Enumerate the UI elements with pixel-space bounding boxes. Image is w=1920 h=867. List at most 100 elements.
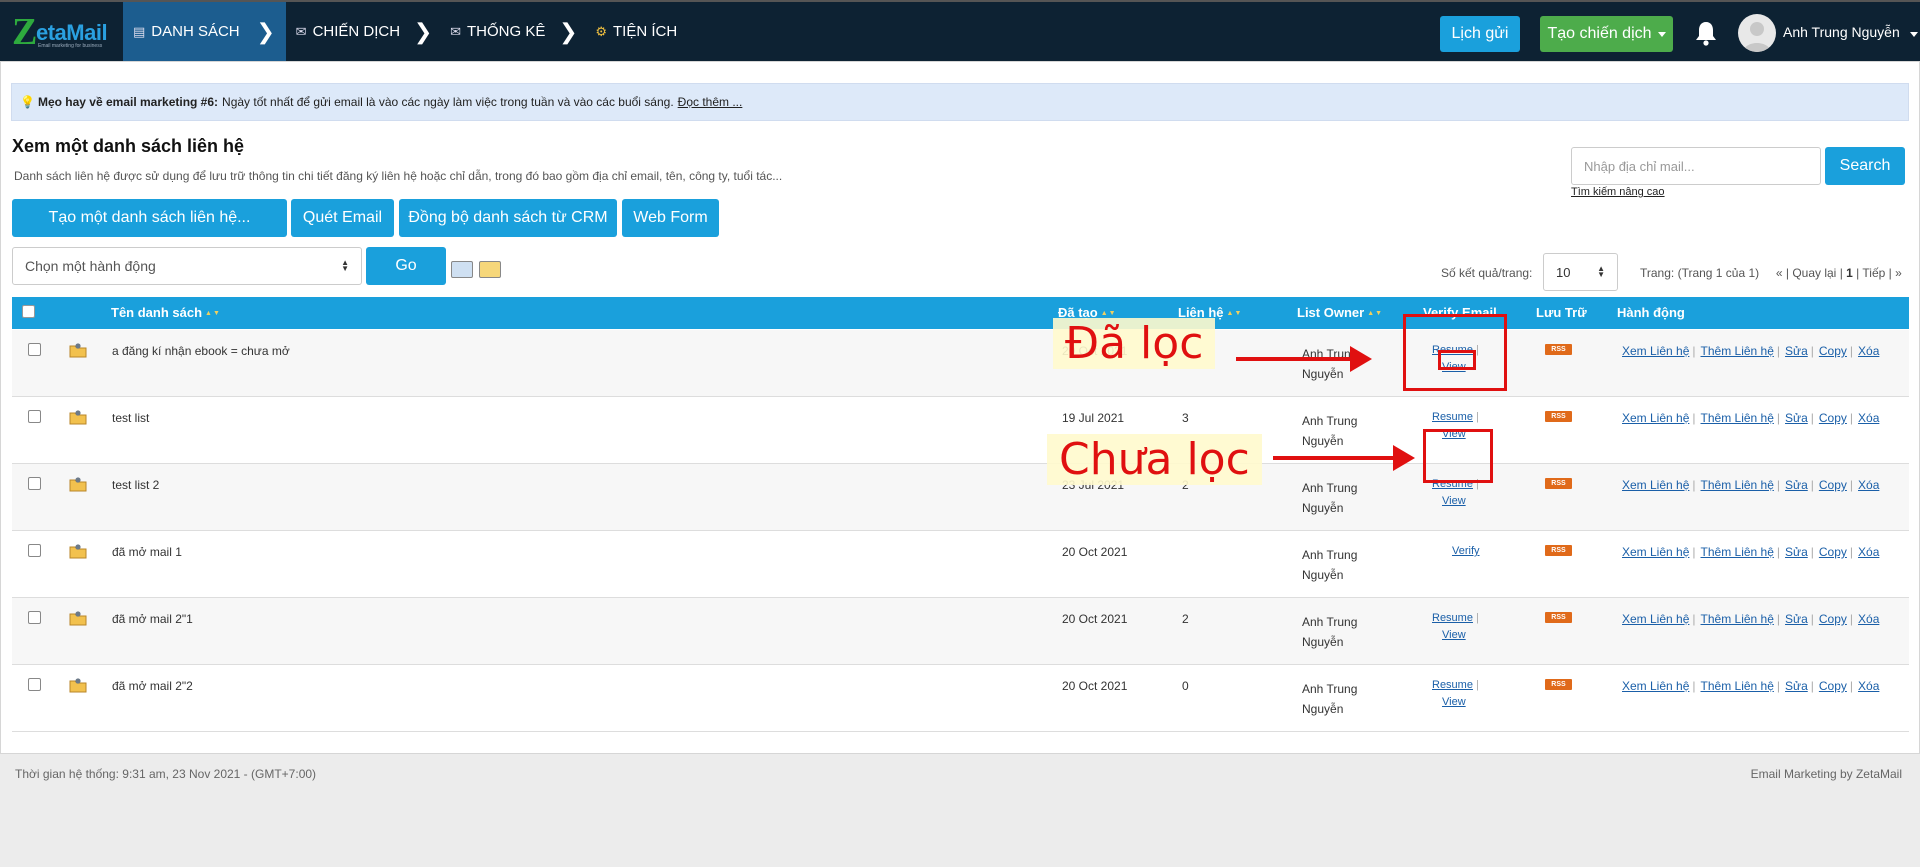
create-campaign-button[interactable]: Tạo chiến dịch (1540, 16, 1673, 52)
column-header-owner[interactable]: List Owner ▲▼ (1297, 305, 1383, 320)
rss-icon[interactable]: RSS (1545, 679, 1572, 690)
add-contact-link[interactable]: Thêm Liên hệ (1701, 478, 1774, 492)
created-date: 20 Oct 2021 (1062, 612, 1128, 626)
delete-link[interactable]: Xóa (1858, 679, 1879, 693)
view-link[interactable]: View (1442, 629, 1466, 641)
list-name[interactable]: a đăng kí nhận ebook = chưa mở (112, 344, 290, 358)
row-checkbox[interactable] (28, 343, 41, 356)
resume-link[interactable]: Resume (1432, 679, 1473, 691)
list-name[interactable]: test list 2 (112, 478, 159, 492)
add-contact-link[interactable]: Thêm Liên hệ (1701, 545, 1774, 559)
avatar[interactable] (1738, 14, 1776, 52)
scan-email-button[interactable]: Quét Email (291, 199, 394, 237)
delete-link[interactable]: Xóa (1858, 344, 1879, 358)
list-owner: Anh Trung Nguyễn (1302, 414, 1358, 448)
view-contacts-link[interactable]: Xem Liên hệ (1622, 545, 1689, 559)
contact-folder-icon (69, 611, 87, 626)
table-row: test list 19 Jul 2021 3 Anh Trung Nguyễn Res… (12, 397, 1909, 464)
edit-link[interactable]: Sửa (1785, 545, 1808, 559)
list-name[interactable]: đã mở mail 2"1 (112, 612, 193, 626)
create-list-button[interactable]: Tạo một danh sách liên hệ... (12, 199, 287, 237)
edit-link[interactable]: Sửa (1785, 478, 1808, 492)
main-content: 💡 Mẹo hay về email marketing #6: Ngày tố… (0, 61, 1920, 754)
edit-link[interactable]: Sửa (1785, 411, 1808, 425)
add-contact-link[interactable]: Thêm Liên hệ (1701, 612, 1774, 626)
view-link[interactable]: View (1442, 495, 1466, 507)
copy-link[interactable]: Copy (1819, 545, 1847, 559)
row-actions: Xem Liên hệ | Thêm Liên hệ | Sửa | Copy | Xóa (1622, 612, 1880, 626)
list-name[interactable]: đã mở mail 1 (112, 545, 182, 559)
add-contact-link[interactable]: Thêm Liên hệ (1701, 344, 1774, 358)
zetamail-logo[interactable]: Z etaMail Email marketing for business (12, 12, 112, 52)
contact-count: 0 (1182, 679, 1189, 693)
sync-crm-button[interactable]: Đồng bộ danh sách từ CRM (399, 199, 617, 237)
calendar-button[interactable]: Lịch gửi (1440, 16, 1520, 52)
table-row: test list 2 23 Jul 2021 2 Anh Trung Nguyễn R… (12, 464, 1909, 531)
page-next-link[interactable]: Tiếp (1862, 266, 1885, 280)
view-contacts-link[interactable]: Xem Liên hệ (1622, 612, 1689, 626)
search-input[interactable]: Nhập địa chỉ mail... (1571, 147, 1821, 185)
page-first-link[interactable]: « (1776, 266, 1783, 280)
rss-icon[interactable]: RSS (1545, 411, 1572, 422)
copy-link[interactable]: Copy (1819, 411, 1847, 425)
resume-link[interactable]: Resume (1432, 411, 1473, 423)
per-page-label: Số kết quả/trang: (1441, 266, 1533, 280)
edit-link[interactable]: Sửa (1785, 344, 1808, 358)
advanced-search-link[interactable]: Tìm kiếm nâng cao (1571, 186, 1665, 198)
delete-link[interactable]: Xóa (1858, 411, 1879, 425)
folder-view-icon[interactable] (479, 261, 501, 278)
delete-link[interactable]: Xóa (1858, 478, 1879, 492)
page-last-link[interactable]: » (1895, 266, 1902, 280)
search-button[interactable]: Search (1825, 147, 1905, 185)
user-menu[interactable]: Anh Trung Nguyễn (1783, 24, 1918, 40)
row-checkbox[interactable] (28, 678, 41, 691)
list-name[interactable]: test list (112, 411, 149, 425)
resume-link[interactable]: Resume (1432, 612, 1473, 624)
annotation-arrow (1236, 346, 1372, 372)
row-actions: Xem Liên hệ | Thêm Liên hệ | Sửa | Copy | Xóa (1622, 478, 1880, 492)
rss-icon[interactable]: RSS (1545, 545, 1572, 556)
column-header-name[interactable]: Tên danh sách ▲▼ (111, 305, 221, 320)
edit-link[interactable]: Sửa (1785, 612, 1808, 626)
copy-link[interactable]: Copy (1819, 344, 1847, 358)
delete-link[interactable]: Xóa (1858, 612, 1879, 626)
per-page-select[interactable]: 10 ▲ ▼ (1543, 253, 1618, 291)
view-contacts-link[interactable]: Xem Liên hệ (1622, 411, 1689, 425)
row-checkbox[interactable] (28, 477, 41, 490)
page-current: 1 (1846, 266, 1853, 280)
rss-icon[interactable]: RSS (1545, 612, 1572, 623)
bell-icon[interactable] (1694, 20, 1718, 46)
nav-item-tools[interactable]: ⚙ TIỆN ÍCH (585, 2, 683, 61)
rss-icon[interactable]: RSS (1545, 478, 1572, 489)
edit-link[interactable]: Sửa (1785, 679, 1808, 693)
nav-item-lists[interactable]: ▤ DANH SÁCH (123, 2, 246, 61)
copy-link[interactable]: Copy (1819, 478, 1847, 492)
row-checkbox[interactable] (28, 410, 41, 423)
read-more-link[interactable]: Đọc thêm ... (678, 95, 743, 109)
verify-link[interactable]: Verify (1452, 545, 1480, 557)
row-checkbox[interactable] (28, 544, 41, 557)
copy-link[interactable]: Copy (1819, 679, 1847, 693)
web-form-button[interactable]: Web Form (622, 199, 719, 237)
list-view-icon[interactable] (451, 261, 473, 278)
page-back-link[interactable]: Quay lại (1792, 266, 1836, 280)
view-link[interactable]: View (1442, 696, 1466, 708)
view-contacts-link[interactable]: Xem Liên hệ (1622, 679, 1689, 693)
arrow-head-icon (1393, 445, 1415, 471)
view-contacts-link[interactable]: Xem Liên hệ (1622, 478, 1689, 492)
view-contacts-link[interactable]: Xem Liên hệ (1622, 344, 1689, 358)
caret-down-icon (1909, 32, 1918, 37)
rss-icon[interactable]: RSS (1545, 344, 1572, 355)
add-contact-link[interactable]: Thêm Liên hệ (1701, 679, 1774, 693)
copy-link[interactable]: Copy (1819, 612, 1847, 626)
nav-item-campaigns[interactable]: ✉ CHIẾN DỊCH (286, 2, 406, 61)
page-title: Xem một danh sách liên hệ (12, 136, 245, 156)
delete-link[interactable]: Xóa (1858, 545, 1879, 559)
add-contact-link[interactable]: Thêm Liên hệ (1701, 411, 1774, 425)
nav-item-stats[interactable]: ✉ THỐNG KÊ (440, 2, 551, 61)
go-button[interactable]: Go (366, 247, 446, 285)
action-select[interactable]: Chọn một hành động ▲ ▼ (12, 247, 362, 285)
select-all-checkbox[interactable] (22, 305, 35, 318)
row-checkbox[interactable] (28, 611, 41, 624)
list-name[interactable]: đã mở mail 2"2 (112, 679, 193, 693)
